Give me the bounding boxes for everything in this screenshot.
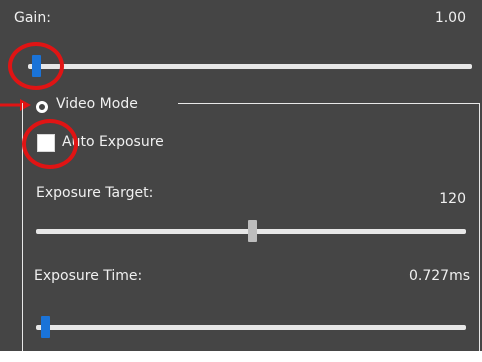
group-box-top-border [178, 103, 480, 104]
bottom-edge [0, 351, 482, 362]
gain-slider-track[interactable] [28, 64, 472, 69]
annotation-circle-gain-thumb [8, 42, 64, 90]
exposure-target-slider-thumb[interactable] [248, 220, 257, 242]
video-mode-radio[interactable] [36, 101, 48, 113]
exposure-time-label: Exposure Time: [34, 268, 143, 284]
video-mode-label: Video Mode [56, 96, 138, 112]
exposure-time-slider-track[interactable] [36, 325, 466, 330]
annotation-arrow [0, 97, 32, 111]
exposure-time-value: 0.727ms [408, 268, 470, 284]
exposure-target-value: 120 [439, 191, 466, 207]
gain-label: Gain: [14, 10, 51, 26]
exposure-time-slider-thumb[interactable] [41, 316, 50, 338]
exposure-target-label: Exposure Target: [36, 185, 154, 201]
group-box-right-border [479, 103, 480, 351]
annotation-circle-auto-exposure [22, 119, 78, 169]
gain-value: 1.00 [434, 10, 466, 26]
